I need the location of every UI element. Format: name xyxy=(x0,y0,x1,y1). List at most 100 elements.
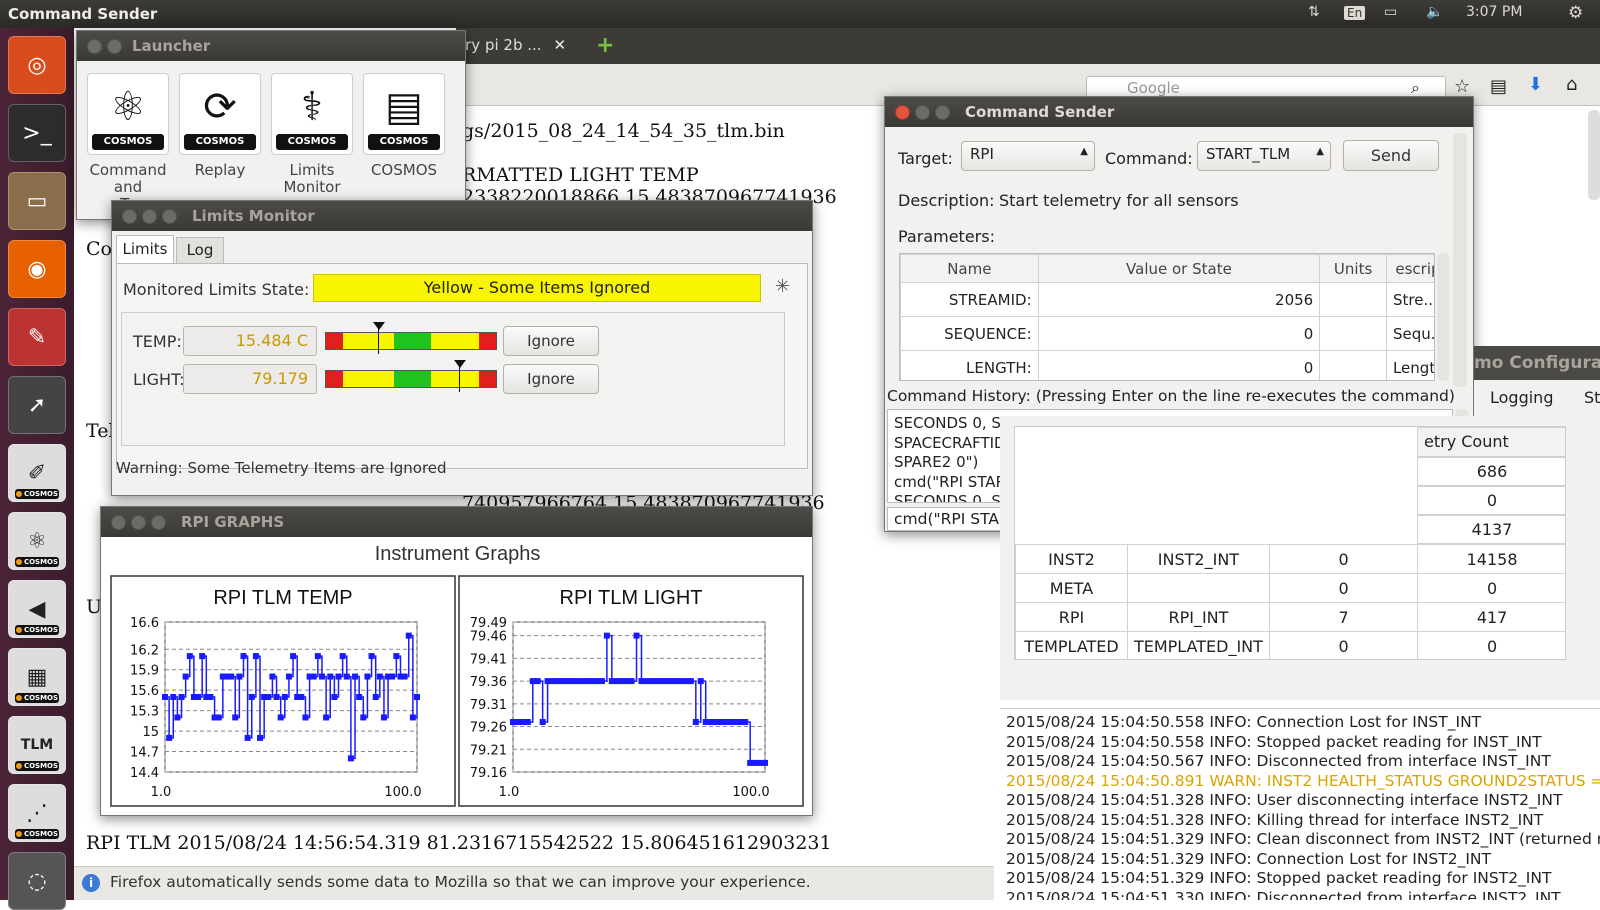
launcher-graph-icon[interactable]: ⋰ COSMOS xyxy=(8,784,66,842)
launcher-megaphone-icon[interactable]: ◀ COSMOS xyxy=(8,580,66,638)
param-row[interactable]: SEQUENCE:0 Sequ... xyxy=(900,316,1434,351)
window-titlebar: RPI GRAPHS xyxy=(101,507,812,537)
search-icon[interactable]: ⌕ xyxy=(1411,78,1420,98)
limit-item-name: TEMP: xyxy=(133,332,182,351)
close-tab-icon[interactable]: ✕ xyxy=(554,36,567,54)
launcher-glyph: ◎ xyxy=(27,52,47,78)
tab-status[interactable]: Stat xyxy=(1584,388,1600,407)
interface-cell: INST2_INT xyxy=(1126,544,1270,574)
keyboard-layout-indicator[interactable]: En xyxy=(1344,6,1366,20)
data-point xyxy=(265,694,272,700)
window-scrollbar[interactable] xyxy=(1453,133,1467,387)
launcher-app-label[interactable]: Limits Monitor xyxy=(265,162,359,196)
launcher-rocket-icon[interactable]: ➚ xyxy=(8,376,66,434)
limits-monitor-window: Limits Monitor Limits Log Monitored Limi… xyxy=(111,200,813,496)
scrollbar[interactable] xyxy=(1588,110,1600,200)
server-log[interactable]: 2015/08/24 15:04:50.558 INFO: Connection… xyxy=(1000,708,1600,900)
reading-list-icon[interactable]: ▤ xyxy=(1490,76,1507,97)
table-row[interactable]: RPI RPI_INT 7 417 xyxy=(1015,602,1565,632)
target-select[interactable]: RPI ▲ xyxy=(961,141,1095,171)
data-point xyxy=(331,694,338,700)
data-point xyxy=(186,653,193,660)
bookmark-star-icon[interactable]: ☆ xyxy=(1454,76,1470,97)
param-value[interactable]: 0 xyxy=(1037,350,1321,380)
maximize-icon[interactable] xyxy=(935,105,950,120)
table-row[interactable]: INST2 INST2_INT 0 14158 xyxy=(1015,544,1565,574)
table-header-row: Name Value or State Units escripti xyxy=(900,254,1434,283)
close-icon[interactable] xyxy=(111,515,126,530)
window-title: RPI GRAPHS xyxy=(181,513,285,531)
table-row[interactable]: META 0 0 xyxy=(1015,573,1565,603)
launcher-app-label[interactable]: COSMOS xyxy=(357,162,451,179)
data-point xyxy=(318,673,325,680)
launcher-files-icon[interactable]: ▭ xyxy=(8,172,66,230)
launcher-ubuntu-icon[interactable]: ◎ xyxy=(8,36,66,94)
launcher-app-1-icon[interactable]: ⟳ COSMOS xyxy=(179,73,261,155)
maximize-icon[interactable] xyxy=(162,209,177,224)
col-header-name[interactable]: Name xyxy=(900,254,1039,283)
col-header-units[interactable]: Units xyxy=(1319,254,1387,283)
table-row[interactable]: TEMPLATED TEMPLATED_INT 0 0 xyxy=(1015,631,1565,659)
param-value[interactable]: 2056 xyxy=(1037,282,1321,317)
chart-title: RPI TLM LIGHT xyxy=(560,587,703,609)
close-icon[interactable] xyxy=(87,39,102,54)
launcher-more-icon[interactable]: ◌ xyxy=(8,852,66,910)
maximize-icon[interactable] xyxy=(151,515,166,530)
param-value[interactable]: 0 xyxy=(1037,316,1321,351)
limits-panel: Monitored Limits State: Yellow - Some It… xyxy=(116,263,808,469)
launcher-app-2-icon[interactable]: ⚕ COSMOS xyxy=(271,73,353,155)
close-icon[interactable] xyxy=(122,209,137,224)
gear-icon[interactable]: ⚙ xyxy=(1568,3,1583,23)
cosmos-tag: COSMOS xyxy=(15,489,59,499)
ignore-button[interactable]: Ignore xyxy=(503,326,599,356)
launcher-editor-icon[interactable]: ✐ COSMOS xyxy=(8,444,66,502)
limits-state-label: Monitored Limits State: xyxy=(123,280,310,299)
cmd-count-cell: 0 xyxy=(1268,573,1419,603)
send-button[interactable]: Send xyxy=(1343,140,1439,171)
tab-limits[interactable]: Limits xyxy=(116,235,174,263)
launcher-terminal-icon[interactable]: >_ xyxy=(8,104,66,162)
launcher-app-label[interactable]: Replay xyxy=(173,162,267,179)
clock[interactable]: 3:07 PM xyxy=(1466,4,1522,20)
launcher-settings-icon[interactable]: ✎ xyxy=(8,308,66,366)
launcher-firefox-icon[interactable]: ◉ xyxy=(8,240,66,298)
limits-bar-segment xyxy=(431,333,479,349)
home-icon[interactable]: ⌂ xyxy=(1566,74,1577,95)
close-icon[interactable] xyxy=(895,105,910,120)
y-tick-label: 16.2 xyxy=(130,643,159,658)
launcher-cosmos-icon[interactable]: ⚛ COSMOS xyxy=(8,512,66,570)
col-header-tlm-count[interactable]: etry Count xyxy=(1417,427,1565,457)
minimize-icon[interactable] xyxy=(107,39,122,54)
notification-text: Firefox automatically sends some data to… xyxy=(110,873,811,891)
data-point xyxy=(228,673,235,680)
network-icon[interactable]: ⇅ xyxy=(1308,4,1320,20)
data-point xyxy=(347,755,354,762)
tab-logging[interactable]: Logging xyxy=(1490,388,1553,407)
launcher-app-3-icon[interactable]: ▤ COSMOS xyxy=(363,73,445,155)
col-header-value[interactable]: Value or State xyxy=(1037,254,1321,283)
col-header-description[interactable]: escripti xyxy=(1385,254,1434,283)
param-name: SEQUENCE: xyxy=(900,316,1039,351)
minimize-icon[interactable] xyxy=(142,209,157,224)
limits-marker-line xyxy=(459,366,461,392)
command-label: Command: xyxy=(1105,149,1193,168)
minimize-icon[interactable] xyxy=(915,105,930,120)
minimize-icon[interactable] xyxy=(131,515,146,530)
battery-icon[interactable]: ▭ xyxy=(1384,4,1397,20)
param-row[interactable]: STREAMID: 2056 Stre... xyxy=(900,282,1434,317)
limits-bar xyxy=(325,370,497,388)
launcher-dashboard-icon[interactable]: ▦ COSMOS xyxy=(8,648,66,706)
tab-log[interactable]: Log xyxy=(176,237,224,263)
target-label: Target: xyxy=(898,149,953,168)
command-select[interactable]: START_TLM ▲ xyxy=(1197,141,1331,171)
parameters-scrollbar[interactable] xyxy=(1437,253,1449,381)
data-point xyxy=(178,694,185,700)
param-row[interactable]: LENGTH:0 Length xyxy=(900,350,1434,380)
launcher-tlm-icon[interactable]: TLM COSMOS xyxy=(8,716,66,774)
param-description: Length xyxy=(1385,350,1434,380)
new-tab-icon[interactable]: + xyxy=(596,33,614,58)
launcher-app-0-icon[interactable]: ⚛ COSMOS xyxy=(87,73,169,155)
volume-icon[interactable]: 🔈 xyxy=(1426,4,1443,20)
download-icon[interactable]: ⬇ xyxy=(1528,74,1543,95)
ignore-button[interactable]: Ignore xyxy=(503,364,599,394)
